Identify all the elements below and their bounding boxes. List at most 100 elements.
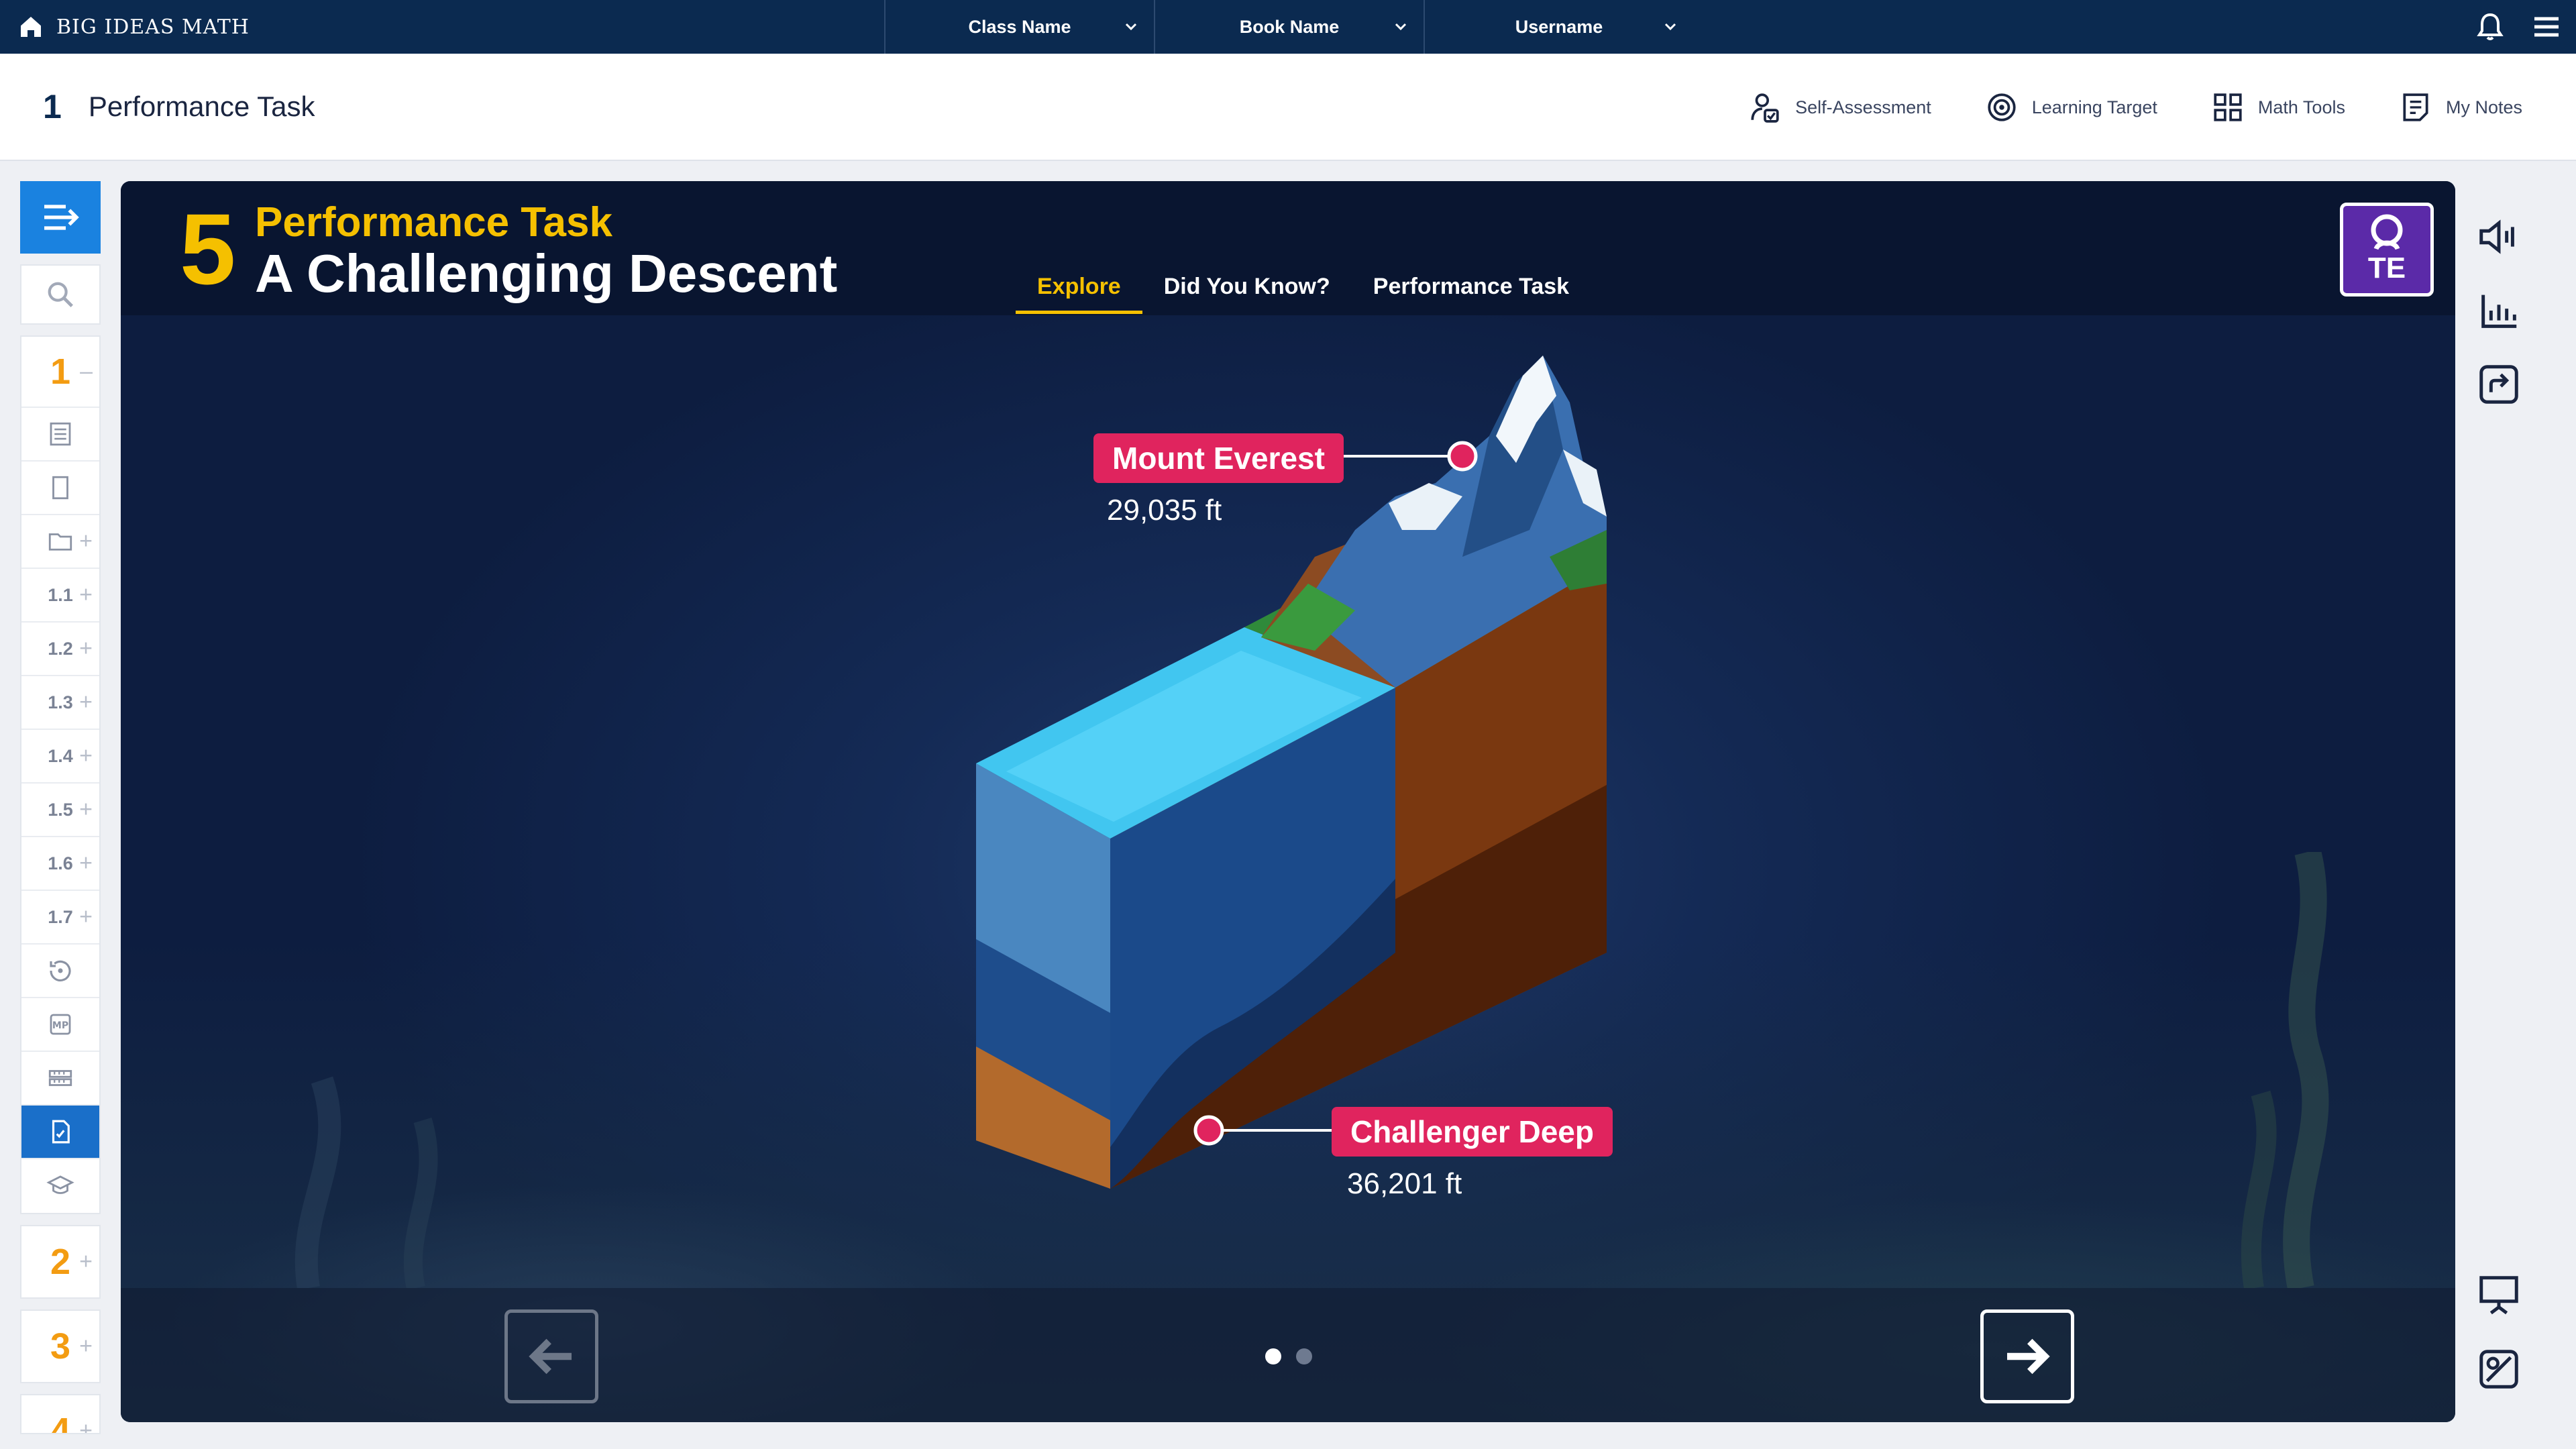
expand-icon: + xyxy=(79,1248,93,1275)
expand-icon: + xyxy=(79,796,93,822)
search-icon xyxy=(48,282,73,307)
self-assessment-icon xyxy=(1751,93,1779,123)
toc-review-item[interactable] xyxy=(21,945,99,998)
section-1-4-label: 1.4 xyxy=(48,745,73,766)
math-tools-button[interactable]: Math Tools xyxy=(2211,91,2345,124)
expand-icon: + xyxy=(79,528,93,554)
previous-slide-button[interactable] xyxy=(504,1309,598,1403)
learning-target-label: Learning Target xyxy=(2031,97,2157,117)
bell-icon[interactable] xyxy=(2474,11,2506,43)
learning-target-button[interactable]: Learning Target xyxy=(1985,91,2157,124)
user-dropdown-label: Username xyxy=(1515,16,1603,37)
math-tools-label: Math Tools xyxy=(2257,97,2345,117)
arrow-left-icon xyxy=(529,1338,572,1375)
chapter-1-group: 1– + 1.1 + 1.2 + 1.3 + 1.4 + 1.5 + 1.6 + 1.7 + … xyxy=(20,335,101,1214)
chapter-1-toggle[interactable]: 1– xyxy=(21,337,99,408)
chapter-1-number: 1 xyxy=(50,352,71,392)
svg-text:MP: MP xyxy=(52,1020,68,1031)
toc-mp-item[interactable]: MP xyxy=(21,998,99,1052)
chapter-2-toggle[interactable]: 2 + xyxy=(21,1226,99,1297)
challenger-marker xyxy=(1193,1115,1224,1146)
top-right-actions xyxy=(2474,0,2563,54)
folder-icon xyxy=(48,533,72,551)
arrow-right-icon xyxy=(2007,1338,2050,1375)
toc-list-item[interactable] xyxy=(21,408,99,462)
chapter-4-toggle[interactable]: 4 + xyxy=(21,1395,99,1434)
chapter-2-number: 2 xyxy=(50,1242,71,1282)
hamburger-menu-icon[interactable] xyxy=(2530,11,2563,43)
list-icon xyxy=(50,422,71,446)
toc-ruler-item[interactable] xyxy=(21,1052,99,1106)
mp-icon: MP xyxy=(50,1014,71,1035)
brand[interactable]: BIG IDEAS MATH xyxy=(0,0,884,54)
bar-chart-icon[interactable] xyxy=(2475,287,2522,334)
toggle-toc-button[interactable] xyxy=(20,181,101,254)
challenger-label: Challenger Deep xyxy=(1332,1107,1613,1157)
slide-navigation xyxy=(121,1288,2455,1422)
section-1-5[interactable]: 1.5 + xyxy=(21,784,99,837)
my-notes-button[interactable]: My Notes xyxy=(2399,91,2522,124)
everest-marker xyxy=(1447,441,1478,472)
chapter-3-group: 3 + xyxy=(20,1309,101,1383)
toc-page-item[interactable] xyxy=(21,462,99,515)
sub-header: 1 Performance Task Self-Assessment Learn… xyxy=(0,54,2576,161)
page-icon xyxy=(52,476,68,500)
user-dropdown[interactable]: Username xyxy=(1424,0,1693,54)
graduation-cap-icon xyxy=(46,1175,74,1194)
everest-label: Mount Everest xyxy=(1093,433,1344,483)
chapter-3-toggle[interactable]: 3 + xyxy=(21,1311,99,1382)
class-dropdown[interactable]: Class Name xyxy=(884,0,1154,54)
section-1-6[interactable]: 1.6 + xyxy=(21,837,99,891)
pagination-dot-2[interactable] xyxy=(1296,1348,1312,1364)
expand-icon: + xyxy=(79,1333,93,1359)
expand-icon: + xyxy=(79,904,93,930)
pagination-dot-1[interactable] xyxy=(1265,1348,1281,1364)
expand-icon: + xyxy=(79,1417,93,1434)
task-document-icon xyxy=(52,1120,70,1144)
self-assessment-button[interactable]: Self-Assessment xyxy=(1748,91,1931,124)
expand-icon: + xyxy=(79,635,93,661)
page-title: Performance Task xyxy=(88,91,315,122)
section-1-6-label: 1.6 xyxy=(48,853,73,873)
chevron-down-icon xyxy=(1125,23,1137,31)
annotate-icon[interactable] xyxy=(2475,1346,2522,1393)
grid-icon xyxy=(2214,93,2242,121)
toc-folder-item[interactable]: + xyxy=(21,515,99,569)
notes-icon xyxy=(2403,93,2428,121)
book-dropdown[interactable]: Book Name xyxy=(1154,0,1424,54)
chapter-2-group: 2 + xyxy=(20,1225,101,1299)
chapter-4-group: 4 + xyxy=(20,1394,101,1434)
section-1-5-label: 1.5 xyxy=(48,799,73,820)
home-icon xyxy=(21,17,41,37)
collapse-menu-icon xyxy=(44,205,79,230)
challenger-depth: 36,201 ft xyxy=(1347,1167,1462,1200)
content-panel: 5 Performance Task A Challenging Descent… xyxy=(121,181,2455,1422)
chevron-down-icon xyxy=(1395,23,1407,31)
right-rail-top xyxy=(2469,213,2529,408)
book-dropdown-label: Book Name xyxy=(1239,16,1340,37)
expand-icon: + xyxy=(79,850,93,876)
audio-speaker-icon[interactable] xyxy=(2475,213,2522,260)
top-bar: BIG IDEAS MATH Class Name Book Name User… xyxy=(0,0,2576,54)
section-1-1[interactable]: 1.1 + xyxy=(21,569,99,623)
pagination-dots xyxy=(1265,1348,1312,1364)
collapse-icon: – xyxy=(80,358,93,384)
share-icon[interactable] xyxy=(2475,361,2522,408)
next-slide-button[interactable] xyxy=(1980,1309,2074,1403)
toc-graduation-item[interactable] xyxy=(21,1159,99,1213)
left-rail: 1– + 1.1 + 1.2 + 1.3 + 1.4 + 1.5 + 1.6 + 1.7 + … xyxy=(20,181,101,1445)
expand-icon: + xyxy=(79,582,93,608)
chapter-4-number: 4 xyxy=(50,1411,71,1434)
target-icon xyxy=(1988,93,2016,121)
presentation-icon[interactable] xyxy=(2475,1272,2522,1319)
section-1-2[interactable]: 1.2 + xyxy=(21,623,99,676)
ruler-icon xyxy=(48,1070,72,1086)
section-1-3[interactable]: 1.3 + xyxy=(21,676,99,730)
my-notes-label: My Notes xyxy=(2445,97,2522,117)
section-1-4[interactable]: 1.4 + xyxy=(21,730,99,784)
toc-search-button[interactable] xyxy=(20,264,101,325)
toc-performance-task-item[interactable] xyxy=(21,1106,99,1159)
section-1-7[interactable]: 1.7 + xyxy=(21,891,99,945)
section-1-1-label: 1.1 xyxy=(48,584,73,605)
chapter-number: 1 xyxy=(43,88,62,125)
